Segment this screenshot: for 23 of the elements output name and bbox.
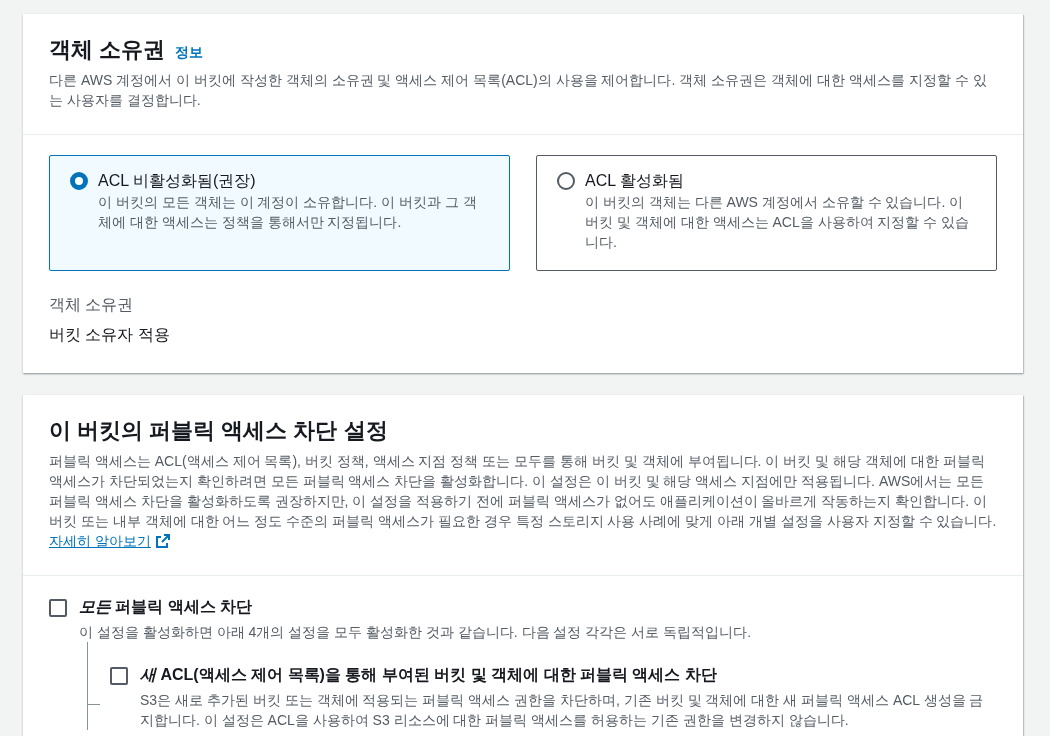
info-link[interactable]: 정보 (175, 44, 204, 62)
radio-button[interactable] (557, 172, 575, 190)
option-title: ACL 비활성화됨(권장) (98, 171, 257, 191)
radio-tile[interactable]: ACL 활성화됨 이 버킷의 객체는 다른 AWS 계정에서 소유할 수 있습니다. 이 버킷 및 객체에 대한 액세스는 ACL을 사용하여 지정할 수 있습니다. (536, 155, 997, 271)
setting-label: 모든 퍼블릭 액세스 차단 (79, 597, 254, 617)
radio-button[interactable] (70, 172, 88, 190)
option-description: 이 버킷의 모든 객체는 이 계정이 소유합니다. 이 버킷과 그 객체에 대한 액세스는 정책을 통해서만 지정됩니다. (98, 193, 478, 232)
section-title: 이 버킷의 퍼블릭 액세스 차단 설정 (49, 417, 389, 445)
option-description: 이 버킷의 객체는 다른 AWS 계정에서 소유할 수 있습니다. 이 버킷 및 객체에 대한 액세스는 ACL을 사용하여 지정할 수 있습니다. (585, 193, 971, 252)
option-title: ACL 활성화됨 (585, 171, 685, 191)
radio-tile[interactable]: ACL 비활성화됨(권장) 이 버킷의 모든 객체는 이 계정이 소유합니다. 이 버킷과 그 객체에 대한 액세스는 정책을 통해서만 지정됩니다. (49, 155, 510, 271)
checkbox[interactable] (49, 599, 67, 617)
setting-description: S3은 새로 추가된 버킷 또는 객체에 적용되는 퍼블릭 액세스 권한을 차단하며, 기존 버킷 및 객체에 대한 새 퍼블릭 액세스 ACL 생성을 금지합니다. 이 설정은 ACL을 사용하여 S3 리소스에 대한 퍼블릭 액세스를 허용하는 기존 권한을 변경하지 않습니다. (140, 691, 985, 730)
setting-label: 새 ACL(액세스 제어 목록)을 통해 부여된 버킷 및 객체에 대한 퍼블릭 액세스 차단 (140, 665, 718, 685)
setting-description: 이 설정을 활성화하면 아래 4개의 설정을 모두 활성화한 것과 같습니다. 다음 설정 각각은 서로 독립적입니다. (79, 623, 753, 642)
section-description: 퍼블릭 액세스는 ACL(액세스 제어 목록), 버킷 정책, 액세스 지점 정책 또는 모두를 통해 버킷 및 객체에 부여됩니다. 이 버킷 및 해당 객체에 대한 퍼블릭 액세스가 차단되었는지 확인하려면 모든 퍼블릭 액세스 차단을 활성화합니다. 이 설정은 이 버킷 및 해당 액세스 지점에만 적용됩니다. AWS에서는 모든 퍼블릭 액세스 차단을 활성화하도록 권장하지만, 이 설정을 적용하기 전에 퍼블릭 액세스가 없어도 애플리케이션이 올바르게 작동하는지 확인합니다. 이 버킷 또는 내부 객체에 대한 어느 정도 수준의 퍼블릭 액세스가 필요한 경우 특정 스토리지 사용 사례에 맞게 아래 개별 설정을 사용자 지정할 수 있습니다. 자세히 알아보기 (49, 452, 997, 551)
field-value: 버킷 소유자 적용 (49, 325, 171, 345)
section-title: 객체 소유권 (49, 36, 166, 64)
field-label: 객체 소유권 (49, 295, 135, 315)
external-link-icon[interactable] (154, 533, 171, 549)
learn-more-link[interactable]: 자세히 알아보기 (49, 533, 151, 549)
section-description: 다른 AWS 계정에서 이 버킷에 작성한 객체의 소유권 및 액세스 제어 목록(ACL)의 사용을 제어합니다. 객체 소유권은 객체에 대한 액세스를 지정할 수 있는 사용자를 결정합니다. (49, 71, 988, 110)
checkbox[interactable] (110, 667, 128, 685)
